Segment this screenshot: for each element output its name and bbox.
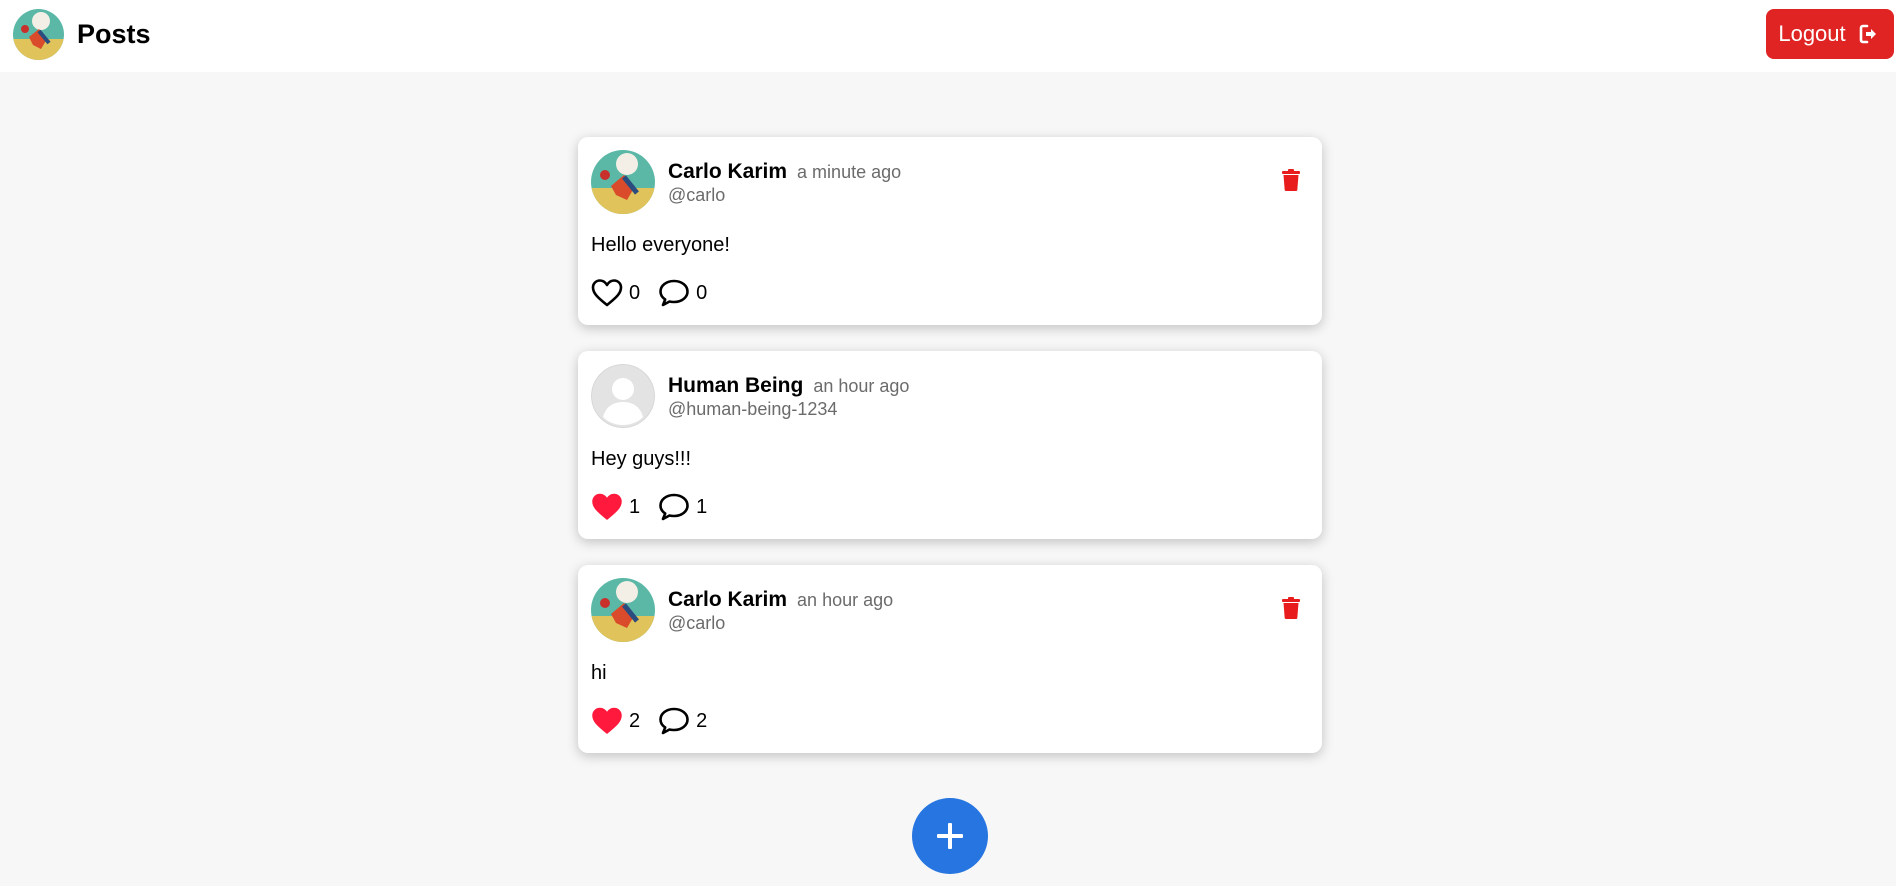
add-post-button[interactable] xyxy=(912,798,988,874)
default-avatar-icon xyxy=(591,364,655,428)
like-count: 1 xyxy=(629,495,641,518)
post-content: Hello everyone! xyxy=(591,234,730,256)
user-avatar[interactable] xyxy=(13,9,64,60)
post-time: an hour ago xyxy=(797,590,894,610)
post-content: Hey guys!!! xyxy=(591,448,692,470)
comment-count: 1 xyxy=(696,495,708,518)
heart-icon xyxy=(591,279,623,307)
author-name[interactable]: Carlo Karim an hour ago xyxy=(668,587,893,613)
plus-icon xyxy=(937,823,963,849)
heart-icon xyxy=(592,707,622,734)
illustrated-avatar-icon xyxy=(591,150,655,214)
post-actions: 0 0 xyxy=(591,278,725,308)
delete-button[interactable] xyxy=(1282,597,1300,619)
comment-count: 2 xyxy=(696,709,708,732)
post-content: hi xyxy=(591,662,607,684)
author-name-text: Carlo Karim xyxy=(668,160,788,183)
heart-icon xyxy=(592,493,622,520)
sign-out-icon xyxy=(1859,24,1876,44)
author-name[interactable]: Carlo Karim a minute ago xyxy=(668,159,901,185)
comment-button[interactable]: 0 xyxy=(658,278,707,308)
post-card: Human Being an hour ago @human-being-1234… xyxy=(578,351,1322,539)
like-button[interactable]: 2 xyxy=(591,706,640,736)
post-actions: 1 1 xyxy=(591,492,725,522)
post-card: Carlo Karim an hour ago @carlo hi 2 2 xyxy=(578,565,1322,753)
author-handle: @carlo xyxy=(668,613,726,633)
comment-count: 0 xyxy=(696,281,708,304)
post-time: a minute ago xyxy=(797,162,902,182)
like-count: 0 xyxy=(629,281,641,304)
author-name-text: Carlo Karim xyxy=(668,588,788,611)
author-handle: @human-being-1234 xyxy=(668,399,838,419)
post-actions: 2 2 xyxy=(591,706,725,736)
author-avatar[interactable] xyxy=(591,150,655,214)
post-card: Carlo Karim a minute ago @carlo Hello eve… xyxy=(578,137,1322,325)
comment-bubble-icon xyxy=(659,707,689,735)
author-avatar[interactable] xyxy=(591,578,655,642)
author-avatar[interactable] xyxy=(591,364,655,428)
author-handle: @carlo xyxy=(668,185,726,205)
post-time: an hour ago xyxy=(813,376,910,396)
comment-button[interactable]: 2 xyxy=(658,706,707,736)
like-button[interactable]: 1 xyxy=(591,492,640,522)
delete-button[interactable] xyxy=(1282,169,1300,191)
trash-icon xyxy=(1282,597,1300,619)
top-bar: Posts Logout xyxy=(0,0,1896,72)
like-button[interactable]: 0 xyxy=(591,278,640,308)
comment-button[interactable]: 1 xyxy=(658,492,707,522)
logout-label: Logout xyxy=(1778,21,1846,46)
comment-bubble-icon xyxy=(659,279,689,307)
author-name[interactable]: Human Being an hour ago xyxy=(668,373,909,399)
page-title: Posts xyxy=(77,19,151,49)
trash-icon xyxy=(1282,169,1300,191)
like-count: 2 xyxy=(629,709,641,732)
comment-bubble-icon xyxy=(659,493,689,521)
illustrated-avatar-icon xyxy=(591,578,655,642)
author-name-text: Human Being xyxy=(668,374,804,397)
posts-feed: Carlo Karim a minute ago @carlo Hello eve… xyxy=(578,137,1322,779)
logout-button[interactable]: Logout xyxy=(1766,9,1894,59)
illustrated-avatar-icon xyxy=(13,9,64,60)
